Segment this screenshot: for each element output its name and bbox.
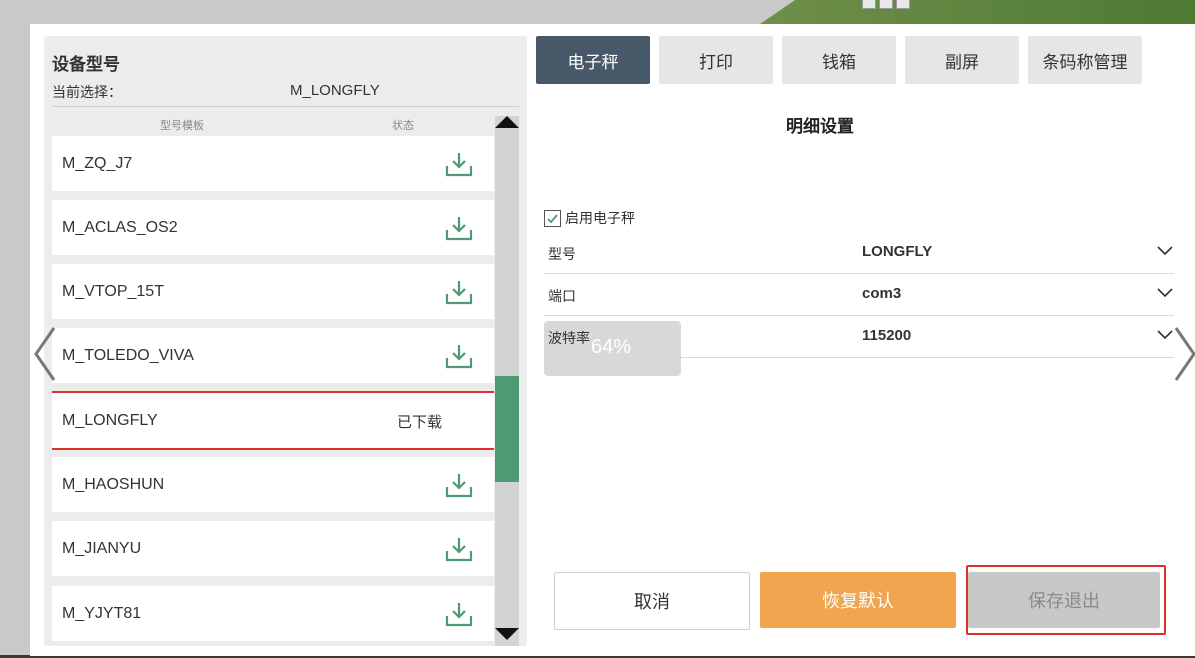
- tab-cash-drawer[interactable]: 钱箱: [782, 36, 896, 84]
- current-selection-value: M_LONGFLY: [290, 82, 380, 99]
- model-name: M_ACLAS_OS2: [62, 219, 178, 236]
- model-name: M_HAOSHUN: [62, 476, 165, 493]
- list-item[interactable]: M_HAOSHUN: [52, 457, 494, 512]
- tab-barcode-scale[interactable]: 条码称管理: [1028, 36, 1142, 84]
- model-name: M_VTOP_15T: [62, 283, 164, 300]
- background-desktop: [760, 0, 1195, 24]
- field-value: 115200: [862, 327, 912, 344]
- download-icon[interactable]: [444, 150, 474, 178]
- cancel-button[interactable]: 取消: [554, 572, 750, 630]
- field-label: 波特率: [548, 331, 590, 347]
- window-controls: [862, 0, 924, 10]
- port-select[interactable]: 端口 com3: [544, 274, 1174, 316]
- tab-bar: 电子秤 打印 钱箱 副屏 条码称管理: [536, 36, 1142, 84]
- model-list: M_ZQ_J7 M_ACLAS_OS2 M_VTOP_15T M_TOLEDO_…: [52, 136, 494, 646]
- tab-print[interactable]: 打印: [659, 36, 773, 84]
- model-select[interactable]: 型号 LONGFLY: [544, 232, 1174, 274]
- list-item[interactable]: M_YJYT81: [52, 586, 494, 641]
- column-header-model: 型号模板: [160, 119, 204, 132]
- list-item-selected[interactable]: M_LONGFLY 已下载: [52, 393, 494, 448]
- current-selection-label: 当前选择：: [52, 85, 122, 101]
- divider: [52, 106, 519, 107]
- list-item[interactable]: M_VTOP_15T: [52, 264, 494, 319]
- download-icon[interactable]: [444, 471, 474, 499]
- list-item[interactable]: M_TOLEDO_VIVA: [52, 328, 494, 383]
- model-name: M_TOLEDO_VIVA: [62, 347, 194, 364]
- download-icon[interactable]: [444, 278, 474, 306]
- chevron-left-icon[interactable]: [30, 324, 60, 384]
- scroll-down-arrow-icon[interactable]: [495, 628, 519, 640]
- detail-title: 明细设置: [786, 117, 854, 137]
- field-value: com3: [862, 285, 902, 302]
- download-icon[interactable]: [444, 214, 474, 242]
- enable-scale-option[interactable]: 启用电子秤: [544, 208, 635, 228]
- device-model-panel: 设备型号 当前选择： M_LONGFLY 型号模板 状态 M_ZQ_J7 M_A…: [44, 36, 527, 646]
- model-name: M_LONGFLY: [62, 412, 158, 429]
- download-icon[interactable]: [444, 535, 474, 563]
- checkmark-icon: [547, 213, 558, 223]
- field-label: 端口: [548, 289, 576, 305]
- tab-secondary-screen[interactable]: 副屏: [905, 36, 1019, 84]
- field-value: LONGFLY: [862, 243, 933, 260]
- baud-rate-select[interactable]: 波特率 115200: [544, 316, 1174, 358]
- enable-scale-checkbox[interactable]: [544, 209, 561, 227]
- restore-defaults-button[interactable]: 恢复默认: [760, 572, 956, 628]
- list-item[interactable]: M_ACLAS_OS2: [52, 200, 494, 255]
- chevron-down-icon[interactable]: [1156, 286, 1174, 300]
- list-item[interactable]: M_JIANYU: [52, 521, 494, 576]
- chevron-down-icon[interactable]: [1156, 328, 1174, 342]
- download-icon[interactable]: [444, 342, 474, 370]
- model-name: M_JIANYU: [62, 540, 142, 557]
- chevron-down-icon[interactable]: [1156, 244, 1174, 258]
- scroll-thumb[interactable]: [495, 376, 519, 482]
- tab-scale[interactable]: 电子秤: [536, 36, 650, 84]
- list-scrollbar[interactable]: [495, 116, 519, 646]
- panel-title: 设备型号: [52, 55, 120, 75]
- save-exit-button[interactable]: 保存退出: [968, 572, 1160, 628]
- downloaded-status: 已下载: [397, 413, 443, 431]
- download-icon[interactable]: [444, 600, 474, 628]
- column-header-status: 状态: [392, 119, 414, 132]
- settings-dialog: 设备型号 当前选择： M_LONGFLY 型号模板 状态 M_ZQ_J7 M_A…: [30, 24, 1195, 656]
- model-name: M_YJYT81: [62, 605, 142, 622]
- field-label: 型号: [548, 247, 576, 263]
- scroll-up-arrow-icon[interactable]: [495, 116, 519, 128]
- enable-scale-label: 启用电子秤: [565, 211, 635, 227]
- model-name: M_ZQ_J7: [62, 155, 133, 172]
- list-item[interactable]: M_ZQ_J7: [52, 136, 494, 191]
